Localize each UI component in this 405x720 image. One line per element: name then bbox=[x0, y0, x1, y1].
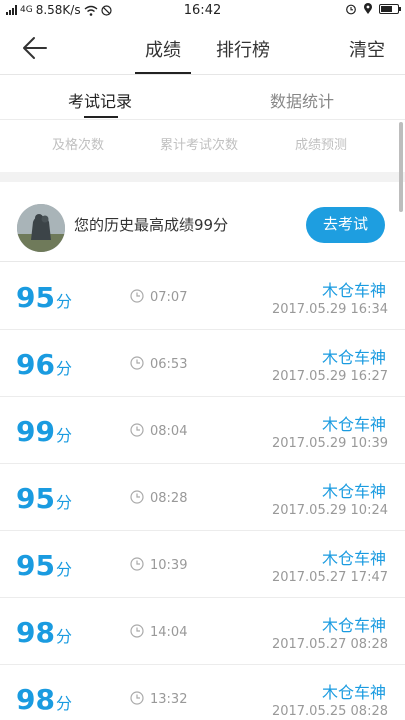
clear-button[interactable]: 清空 bbox=[349, 36, 385, 62]
record-date: 2017.05.29 10:39 bbox=[271, 436, 388, 451]
clock-icon bbox=[130, 423, 144, 437]
clock-icon bbox=[130, 557, 144, 571]
score-value: 95 bbox=[16, 281, 55, 314]
score-prediction-label: 成绩预测 bbox=[295, 138, 348, 153]
battery-level bbox=[381, 6, 393, 12]
tab-scores[interactable]: 成绩 bbox=[145, 36, 181, 62]
record-date: 2017.05.29 10:24 bbox=[271, 503, 388, 518]
record-date: 2017.05.29 16:34 bbox=[271, 302, 388, 317]
record-duration: 08:28 bbox=[150, 491, 188, 506]
clock-icon bbox=[130, 691, 144, 705]
tab-ranking[interactable]: 排行榜 bbox=[216, 36, 270, 62]
score-unit: 分 bbox=[55, 694, 72, 713]
record-date: 2017.05.29 16:27 bbox=[271, 369, 388, 384]
score-value: 95 bbox=[16, 549, 55, 582]
exam-record-row[interactable]: 96分 06:53 木仓车神 2017.05.29 16:27 bbox=[0, 330, 405, 397]
divider bbox=[0, 261, 405, 262]
score-unit: 分 bbox=[55, 292, 72, 311]
record-score: 99分 bbox=[16, 415, 72, 448]
score-value: 98 bbox=[16, 683, 55, 716]
record-score: 98分 bbox=[16, 616, 72, 649]
exam-record-row[interactable]: 98分 14:04 木仓车神 2017.05.27 08:28 bbox=[0, 598, 405, 665]
pass-count-label: 及格次数 bbox=[52, 138, 105, 153]
record-user: 木仓车神 bbox=[321, 281, 386, 300]
clock-icon bbox=[130, 490, 144, 504]
record-date: 2017.05.27 08:28 bbox=[271, 637, 388, 652]
status-right bbox=[345, 3, 401, 15]
section-gap bbox=[0, 172, 405, 182]
record-duration: 06:53 bbox=[150, 357, 188, 372]
sub-tabs: 考试记录 数据统计 bbox=[0, 76, 405, 120]
score-value: 95 bbox=[16, 482, 55, 515]
record-user: 木仓车神 bbox=[321, 415, 386, 434]
clock-icon bbox=[130, 289, 144, 303]
record-user: 木仓车神 bbox=[321, 482, 386, 501]
record-duration: 10:39 bbox=[150, 558, 188, 573]
tab-data-stats[interactable]: 数据统计 bbox=[270, 88, 334, 112]
score-unit: 分 bbox=[55, 493, 72, 512]
record-duration: 07:07 bbox=[150, 290, 188, 305]
location-icon bbox=[364, 3, 372, 14]
avatar bbox=[17, 204, 65, 252]
score-unit: 分 bbox=[55, 359, 72, 378]
record-score: 98分 bbox=[16, 683, 72, 716]
record-user: 木仓车神 bbox=[321, 549, 386, 568]
exam-record-row[interactable]: 95分 07:07 木仓车神 2017.05.29 16:34 bbox=[0, 263, 405, 330]
exam-record-row[interactable]: 95分 08:28 木仓车神 2017.05.29 10:24 bbox=[0, 464, 405, 531]
record-score: 95分 bbox=[16, 281, 72, 314]
exam-record-row[interactable]: 95分 10:39 木仓车神 2017.05.27 17:47 bbox=[0, 531, 405, 598]
go-exam-button[interactable]: 去考试 bbox=[306, 207, 385, 243]
exam-record-list: 95分 07:07 木仓车神 2017.05.29 16:34 96分 06:5… bbox=[0, 263, 405, 720]
total-exam-label: 累计考试次数 bbox=[160, 138, 239, 153]
record-user: 木仓车神 bbox=[321, 348, 386, 367]
divider bbox=[0, 74, 405, 75]
record-duration: 08:04 bbox=[150, 424, 188, 439]
battery-icon bbox=[379, 4, 401, 14]
record-duration: 13:32 bbox=[150, 692, 188, 707]
back-arrow-icon[interactable] bbox=[18, 34, 50, 62]
score-value: 98 bbox=[16, 616, 55, 649]
record-score: 95分 bbox=[16, 549, 72, 582]
score-value: 99 bbox=[16, 415, 55, 448]
exam-record-row[interactable]: 99分 08:04 木仓车神 2017.05.29 10:39 bbox=[0, 397, 405, 464]
exam-record-row[interactable]: 98分 13:32 木仓车神 2017.05.25 08:28 bbox=[0, 665, 405, 720]
sub-tab-indicator bbox=[84, 116, 118, 118]
best-score-text: 您的历史最高成绩99分 bbox=[74, 216, 229, 234]
record-duration: 14:04 bbox=[150, 625, 188, 640]
record-score: 95分 bbox=[16, 482, 72, 515]
clock-icon bbox=[130, 624, 144, 638]
nav-bar: 成绩 排行榜 清空 bbox=[0, 24, 405, 75]
status-bar: 4G 8.58K/s 16:42 bbox=[0, 0, 405, 24]
alarm-icon bbox=[346, 4, 356, 15]
score-unit: 分 bbox=[55, 560, 72, 579]
score-value: 96 bbox=[16, 348, 55, 381]
best-score-card: 您的历史最高成绩99分 去考试 bbox=[0, 190, 405, 262]
record-date: 2017.05.27 17:47 bbox=[271, 570, 388, 585]
score-unit: 分 bbox=[55, 426, 72, 445]
clock-icon bbox=[130, 356, 144, 370]
record-score: 96分 bbox=[16, 348, 72, 381]
stats-row: 及格次数 累计考试次数 成绩预测 bbox=[0, 120, 405, 166]
score-unit: 分 bbox=[55, 627, 72, 646]
record-date: 2017.05.25 08:28 bbox=[271, 704, 388, 719]
record-user: 木仓车神 bbox=[321, 616, 386, 635]
record-user: 木仓车神 bbox=[321, 683, 386, 702]
tab-exam-records[interactable]: 考试记录 bbox=[68, 88, 132, 112]
